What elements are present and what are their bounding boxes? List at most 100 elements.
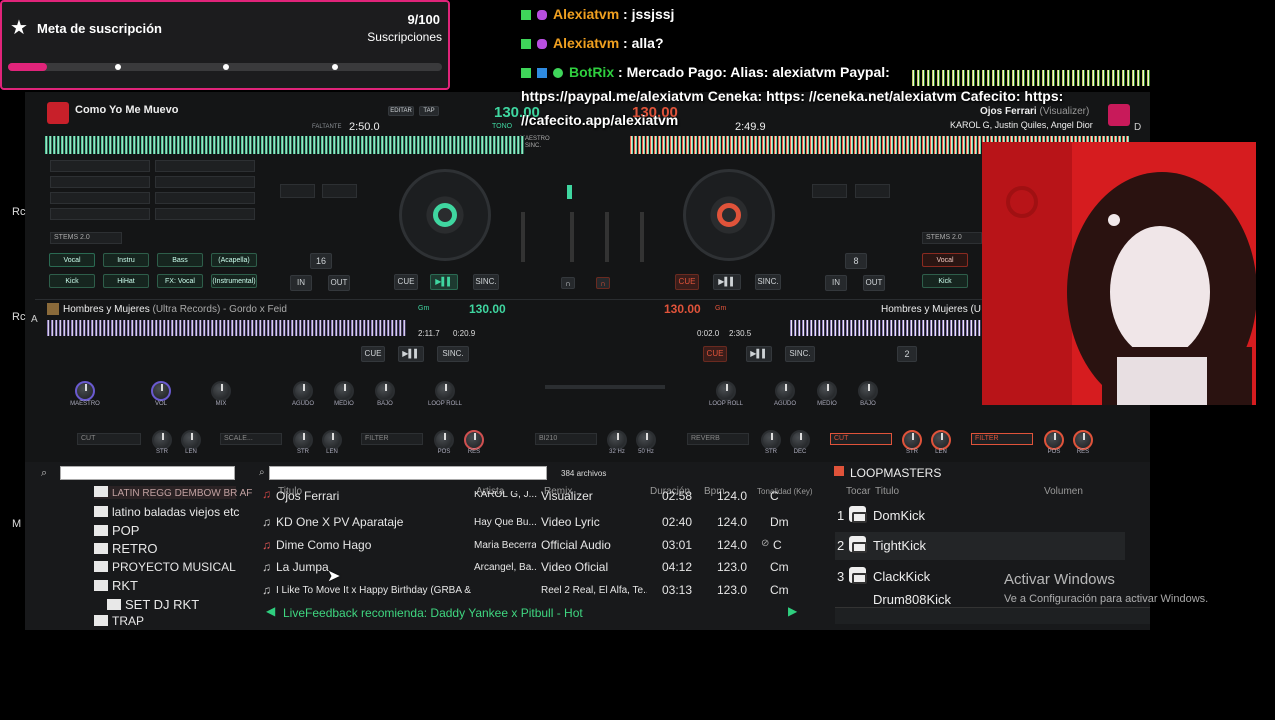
deck-b-play-button[interactable]: ▶▌▌ (713, 274, 741, 290)
deck-d-cue-button[interactable]: CUE (703, 346, 727, 362)
hotcue-slot[interactable] (155, 208, 255, 220)
hotcue-slot[interactable] (50, 176, 150, 188)
mix-knob[interactable] (211, 381, 231, 401)
deck-a-loop-size[interactable]: 16 (310, 253, 332, 269)
master-knob[interactable] (75, 381, 95, 401)
hotcue-slot[interactable] (50, 160, 150, 172)
sampler-slot[interactable] (322, 184, 357, 198)
deck-d-sync-button[interactable]: SINC. (785, 346, 815, 362)
deck-b-stems-select[interactable]: STEMS 2.0 (922, 232, 982, 244)
fx-select[interactable]: CUT (77, 433, 141, 445)
table-row[interactable]: ♫ I Like To Move It x Happy Birthday (GR… (258, 579, 820, 601)
table-row[interactable]: ♫ KD One X PV Aparataje Hay Que Bu... Vi… (258, 511, 820, 533)
channel-fader-1[interactable] (570, 212, 574, 262)
tree-item[interactable]: RKT (94, 578, 138, 593)
stem-pad[interactable]: Vocal (922, 253, 968, 267)
deck-c-play-button[interactable]: ▶▌▌ (398, 346, 424, 362)
stem-pad[interactable]: FX: Vocal (157, 274, 203, 288)
headphone-a-button[interactable]: ∩ (561, 277, 575, 289)
fx-select[interactable]: FILTER (971, 433, 1033, 445)
tree-item[interactable]: TRAP (94, 614, 144, 626)
hotcue-slot[interactable] (50, 192, 150, 204)
table-row[interactable]: ♫ Dime Como Hago Maria Becerra Official … (258, 534, 820, 556)
sampler-slot[interactable] (280, 184, 315, 198)
deck-a-jogwheel[interactable] (399, 169, 491, 261)
tree-item[interactable]: RETRO (94, 541, 158, 556)
deck-b-loop-size[interactable]: 8 (845, 253, 867, 269)
mid-knob[interactable] (334, 381, 354, 401)
treble-knob-b[interactable] (775, 381, 795, 401)
deck-b-cue-button[interactable]: CUE (675, 274, 699, 290)
fx-knob[interactable] (322, 430, 342, 450)
deck-b-sync-button[interactable]: SINC. (755, 274, 781, 290)
sampler-slot[interactable] (855, 184, 890, 198)
deck-b-jogwheel[interactable] (683, 169, 775, 261)
fx-knob[interactable] (1044, 430, 1064, 450)
treble-knob[interactable] (293, 381, 313, 401)
fx-knob[interactable] (790, 430, 810, 450)
deck-d-play-button[interactable]: ▶▌▌ (746, 346, 772, 362)
mid-knob-b[interactable] (817, 381, 837, 401)
tap-button[interactable]: TAP (419, 106, 439, 116)
table-row[interactable]: ♫ Ojos Ferrari KAROL G, J... Visualizer … (258, 491, 820, 505)
deck-a-stems-select[interactable]: STEMS 2.0 (50, 232, 122, 244)
deck-c-cue-button[interactable]: CUE (361, 346, 385, 362)
drum-icon[interactable] (849, 506, 867, 523)
bass-knob[interactable] (375, 381, 395, 401)
deck-b-out-button[interactable]: OUT (863, 275, 885, 291)
sampler-slot[interactable] (812, 184, 847, 198)
sampler-row[interactable]: 2 TightKick (835, 532, 1125, 560)
fx-knob[interactable] (931, 430, 951, 450)
drum-icon[interactable] (849, 567, 867, 584)
deck-b-in-button[interactable]: IN (825, 275, 847, 291)
crossfader[interactable] (545, 385, 665, 389)
bass-knob-b[interactable] (858, 381, 878, 401)
fx-knob[interactable] (761, 430, 781, 450)
next-arrow-icon[interactable]: ▶ (788, 604, 797, 618)
stem-pad[interactable]: Vocal (49, 253, 95, 267)
fx-select[interactable]: CUT (830, 433, 892, 445)
recommendation-bar[interactable]: LiveFeedback recomienda: Daddy Yankee x … (283, 606, 583, 620)
tree-item[interactable]: SET DJ RKT (107, 597, 199, 612)
stem-pad[interactable]: (Acapella) (211, 253, 257, 267)
tree-item[interactable]: LATIN REGG DEMBOW BR AF (94, 486, 252, 499)
deck-d-waveform[interactable] (790, 320, 990, 336)
deck-a-sync-button[interactable]: SINC. (473, 274, 499, 290)
fx-knob[interactable] (1073, 430, 1093, 450)
fx-knob[interactable] (293, 430, 313, 450)
deck-a-play-button[interactable]: ▶▌▌ (430, 274, 458, 290)
stem-pad[interactable]: Instru (103, 253, 149, 267)
stem-pad[interactable]: Kick (922, 274, 968, 288)
loop-roll-knob[interactable] (435, 381, 455, 401)
deck-a-out-button[interactable]: OUT (328, 275, 350, 291)
sampler-row[interactable]: 1 DomKick (835, 502, 1125, 530)
table-row[interactable]: ♫ La Jumpa Arcangel, Ba... Video Oficial… (258, 556, 820, 578)
loop-roll-knob-b[interactable] (716, 381, 736, 401)
channel-fader-b[interactable] (640, 212, 644, 262)
fx-knob[interactable] (464, 430, 484, 450)
deck-a-cue-button[interactable]: CUE (394, 274, 418, 290)
deck-c-sync-button[interactable]: SINC. (437, 346, 469, 362)
vol-knob[interactable] (151, 381, 171, 401)
hotcue-slot[interactable] (155, 176, 255, 188)
fx-select[interactable]: REVERB (687, 433, 749, 445)
search-input[interactable] (269, 466, 547, 480)
search-icon[interactable]: ⌕ (259, 467, 265, 478)
fx-knob[interactable] (152, 430, 172, 450)
tree-item[interactable]: latino baladas viejos etc (94, 505, 239, 519)
deck-d-loop-size[interactable]: 2 (897, 346, 917, 362)
deck-a-in-button[interactable]: IN (290, 275, 312, 291)
folder-search-input[interactable] (60, 466, 235, 480)
stem-pad[interactable]: Kick (49, 274, 95, 288)
fx-knob[interactable] (636, 430, 656, 450)
channel-fader-2[interactable] (605, 212, 609, 262)
tree-item[interactable]: POP (94, 523, 139, 538)
channel-fader-a[interactable] (521, 212, 525, 262)
stem-pad[interactable]: Bass (157, 253, 203, 267)
fx-knob[interactable] (607, 430, 627, 450)
fx-select[interactable]: SCALE... (220, 433, 282, 445)
deck-c-waveform[interactable] (47, 320, 407, 336)
drum-icon[interactable] (849, 536, 867, 553)
fx-select[interactable]: BI210 (535, 433, 597, 445)
deck-a-waveform[interactable] (45, 136, 525, 154)
